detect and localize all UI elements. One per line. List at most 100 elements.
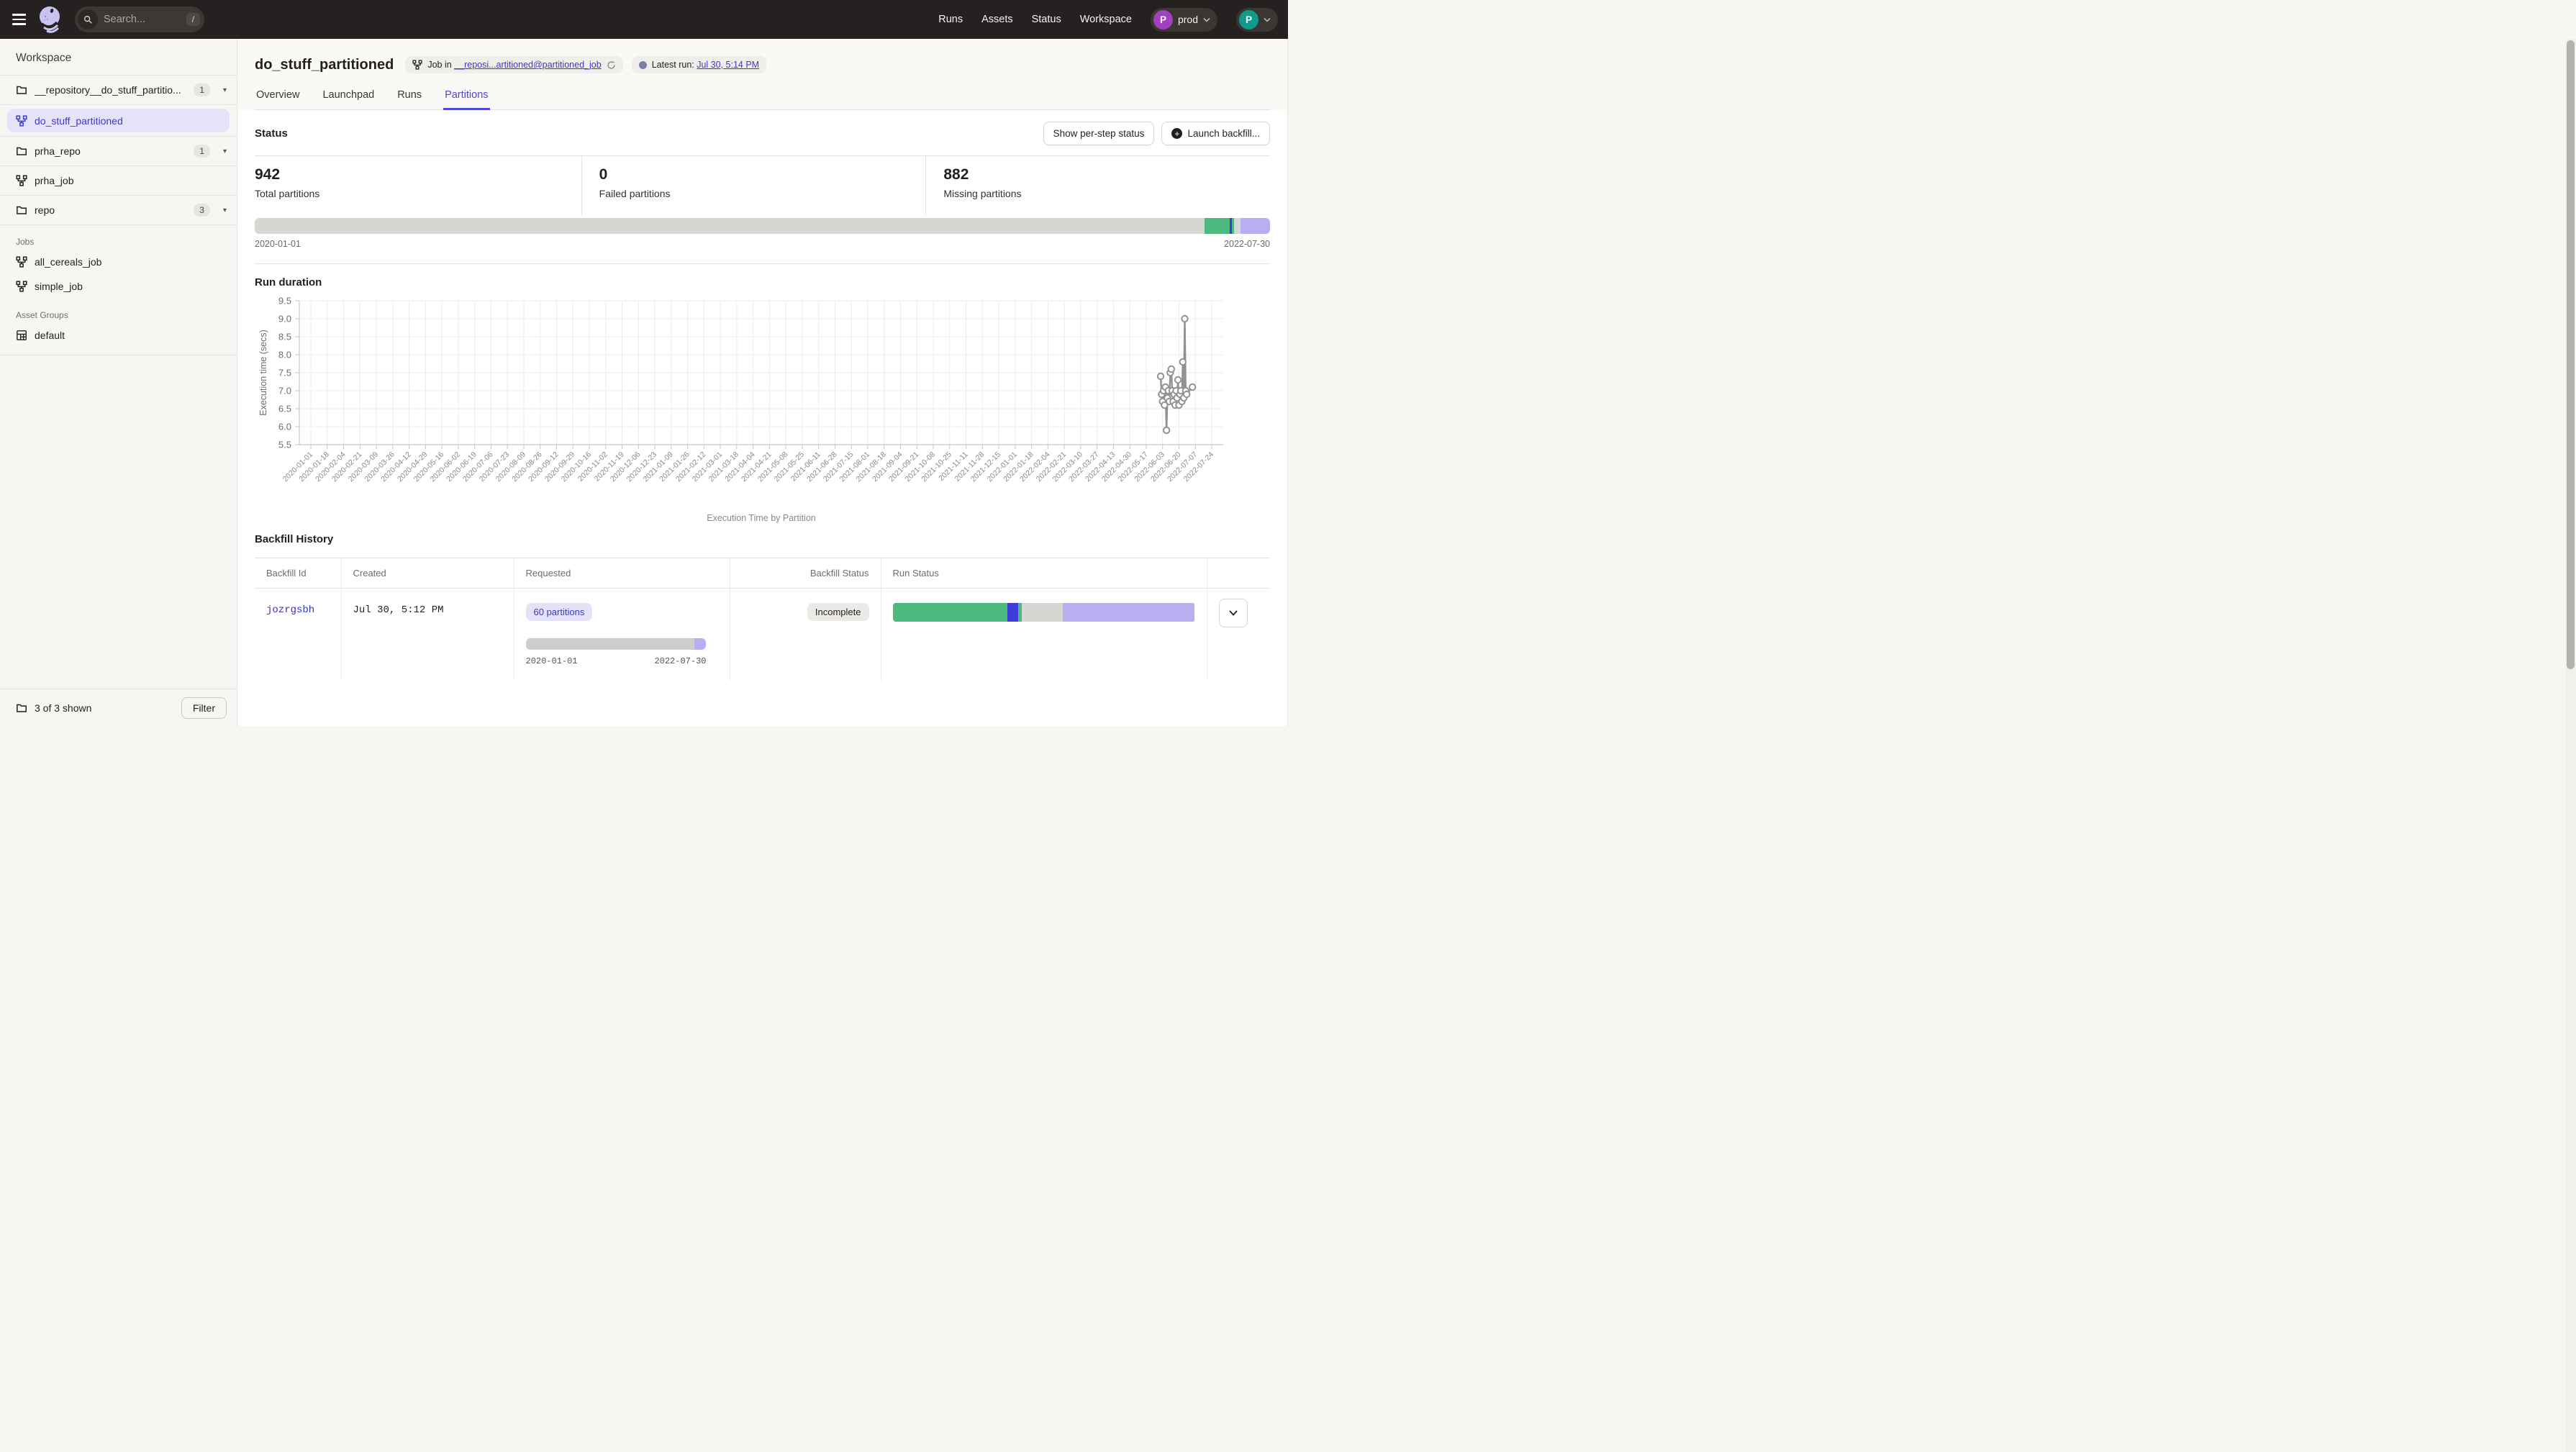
partition-range-start: 2020-01-01 [255,239,301,249]
status-segment [1205,218,1230,234]
svg-text:5.5: 5.5 [278,440,291,450]
nav-link-assets[interactable]: Assets [981,14,1013,25]
partition-range-end: 2022-07-30 [1224,239,1270,249]
backfill-history-heading: Backfill History [255,533,333,545]
svg-text:9.5: 9.5 [278,296,291,307]
partition-status-bar[interactable] [255,218,1270,234]
data-point[interactable] [1158,373,1164,379]
chevron-down-icon [1228,609,1238,617]
status-segment [694,638,706,650]
svg-text:Execution Time by Partition: Execution Time by Partition [707,513,816,523]
sidebar-heading: Workspace [0,39,237,76]
status-segment [1234,218,1241,234]
svg-text:8.0: 8.0 [278,350,291,360]
run-duration-chart: 2020-01-012020-01-182020-02-042020-02-21… [255,294,1270,533]
tab-partitions[interactable]: Partitions [443,89,489,109]
requested-partitions-badge[interactable]: 60 partitions [526,603,593,621]
sidebar-item-simple-job[interactable]: simple_job [0,274,237,299]
svg-text:7.0: 7.0 [278,386,291,396]
data-point[interactable] [1175,377,1181,383]
sidebar-item-default-asset-group[interactable]: default [0,323,237,348]
caret-down-icon[interactable]: ▾ [223,148,227,155]
requested-range-bar [526,638,707,650]
filter-button[interactable]: Filter [181,697,227,719]
job-icon [16,175,27,186]
sidebar-item-prha-repo[interactable]: prha_repo 1 ▾ [0,137,237,166]
backfill-history-section: Backfill History Backfill Id Created Req… [255,533,1270,681]
caret-down-icon[interactable]: ▾ [223,86,227,94]
tab-runs[interactable]: Runs [396,89,423,109]
sidebar-item-prha-job[interactable]: prha_job [0,166,237,196]
repository-link[interactable]: __reposi...artitioned@partitioned_job [454,60,602,70]
data-point[interactable] [1189,384,1195,390]
col-requested: Requested [514,558,730,589]
status-segment [255,218,1205,234]
show-per-step-status-button[interactable]: Show per-step status [1043,122,1155,145]
repo-count-badge: 3 [194,204,210,217]
sidebar-item-repo[interactable]: repo 3 ▾ [0,196,237,225]
run-status-bar[interactable] [893,603,1195,622]
dagster-logo-icon[interactable] [36,4,63,35]
repo-count-badge: 1 [194,145,210,158]
sidebar-footer: 3 of 3 shown Filter [0,689,237,726]
caret-down-icon[interactable]: ▾ [223,207,227,214]
menu-icon[interactable] [7,7,32,32]
svg-text:9.0: 9.0 [278,314,291,325]
jobs-section-label: Jobs [0,225,237,250]
col-backfill-status: Backfill Status [730,558,881,589]
sidebar-item-repository-do-stuff[interactable]: __repository__do_stuff_partitio... 1 ▾ [0,76,237,105]
folder-icon [16,702,27,714]
deployment-switcher[interactable]: P prod [1151,8,1217,32]
job-header: do_stuff_partitioned Job in __reposi...a… [237,39,1287,110]
folder-icon [16,84,27,96]
partition-stats: 942 Total partitions 0 Failed partitions… [255,155,1270,215]
top-navbar: Search... / Runs Assets Status Workspace… [0,0,1288,39]
requested-range-end: 2022-07-30 [654,656,706,666]
job-icon [16,281,27,292]
stat-missing-partitions: 882 Missing partitions [925,156,1270,215]
backfill-id-link[interactable]: jozrgsbh [266,604,314,616]
col-created: Created [341,558,514,589]
job-icon [16,115,27,127]
requested-range-start: 2020-01-01 [526,656,578,666]
job-icon [412,60,422,70]
tab-overview[interactable]: Overview [255,89,301,109]
data-point[interactable] [1169,366,1174,372]
deployment-avatar: P [1153,10,1173,30]
search-input[interactable]: Search... / [75,6,204,32]
data-point[interactable] [1180,359,1186,365]
stat-failed-partitions: 0 Failed partitions [581,156,926,215]
nav-link-runs[interactable]: Runs [938,14,963,25]
status-segment [967,603,1007,622]
backfill-created: Jul 30, 5:12 PM [353,604,444,616]
user-avatar: P [1239,10,1258,30]
user-menu[interactable]: P [1236,8,1278,32]
col-backfill-id: Backfill Id [255,558,341,589]
status-segment [1007,603,1018,622]
tab-launchpad[interactable]: Launchpad [321,89,376,109]
data-point[interactable] [1164,427,1169,433]
plus-circle-icon: + [1171,128,1182,139]
sidebar-item-all-cereals-job[interactable]: all_cereals_job [0,250,237,274]
search-placeholder: Search... [104,14,186,25]
stat-total-partitions: 942 Total partitions [255,156,581,215]
reload-icon[interactable] [607,60,616,70]
status-heading: Status [255,127,288,140]
launch-backfill-button[interactable]: + Launch backfill... [1161,122,1270,145]
backfill-table: Backfill Id Created Requested Backfill S… [255,558,1270,681]
expand-row-button[interactable] [1219,599,1248,627]
nav-link-workspace[interactable]: Workspace [1080,14,1132,25]
latest-run-link[interactable]: Jul 30, 5:14 PM [697,60,759,70]
data-point[interactable] [1182,316,1187,322]
vertical-scrollbar[interactable] [2565,39,2576,1452]
backfill-row: jozrgsbh Jul 30, 5:12 PM 60 partitions 2… [255,589,1270,681]
data-point[interactable] [1184,391,1189,397]
nav-link-status[interactable]: Status [1032,14,1061,25]
backfill-status-badge: Incomplete [807,603,869,621]
scrollbar-thumb[interactable] [2567,40,2575,669]
sidebar-item-do-stuff-partitioned[interactable]: do_stuff_partitioned [7,109,230,132]
job-icon [16,256,27,268]
job-tabs: Overview Launchpad Runs Partitions [255,89,1270,110]
workspace-sidebar: Workspace __repository__do_stuff_partiti… [0,39,237,726]
asset-group-icon [16,330,27,341]
